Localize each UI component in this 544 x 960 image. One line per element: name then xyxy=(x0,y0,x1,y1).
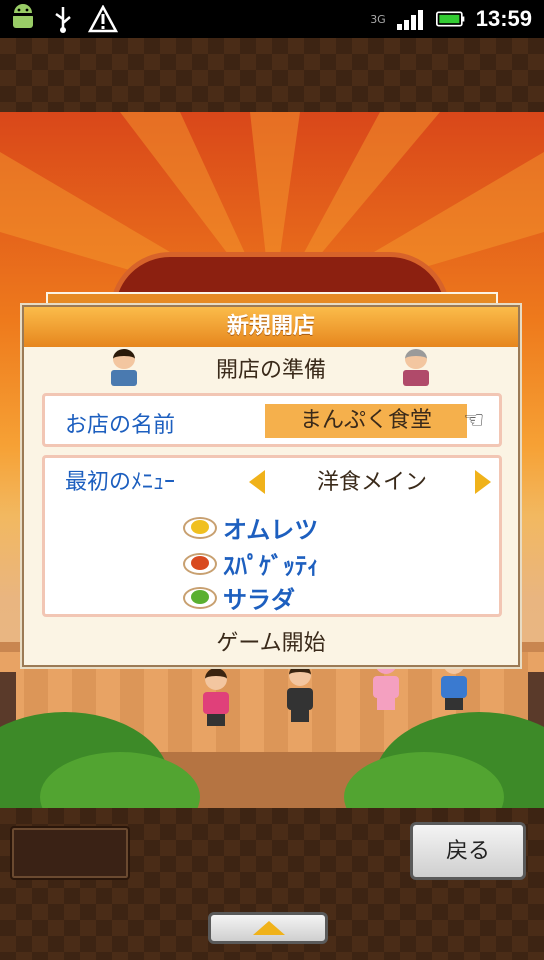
up-arrow-icon xyxy=(253,921,285,935)
pointing-hand-icon: ☜ xyxy=(463,406,485,434)
status-bar: 3G 13:59 xyxy=(0,0,544,38)
dish-name: サラダ xyxy=(223,586,295,614)
staff-character-right xyxy=(402,349,430,389)
dish-item: ｽﾊﾟｹﾞｯﾃｨ xyxy=(183,546,319,581)
customer-character xyxy=(286,664,314,724)
android-icon xyxy=(8,4,38,34)
start-game-button[interactable]: ゲーム開始 xyxy=(24,625,518,657)
dialog-subtitle: 開店の準備 xyxy=(215,358,326,383)
empty-slot xyxy=(10,826,130,880)
shop-name-field[interactable]: まんぷく食堂 xyxy=(265,404,467,438)
shop-name-label: お店の名前 xyxy=(65,413,176,438)
shop-name-row[interactable]: お店の名前 まんぷく食堂 ☜ xyxy=(42,393,502,447)
dish-name: オムレツ xyxy=(223,516,319,544)
usb-icon xyxy=(48,4,78,34)
dish-item: オムレツ xyxy=(183,510,318,545)
top-wood-panel xyxy=(0,38,544,112)
signal-icon xyxy=(396,4,426,34)
dish-item: サラダ xyxy=(183,580,295,615)
clock: 13:59 xyxy=(475,6,532,31)
warning-icon xyxy=(88,4,118,34)
menu-prev-arrow-icon[interactable] xyxy=(249,470,265,494)
customer-character xyxy=(202,668,230,728)
dialog-title: 新規開店 xyxy=(24,307,518,347)
menu-type-value: 洋食メイン xyxy=(316,470,427,495)
back-button[interactable]: 戻る xyxy=(410,822,526,880)
battery-icon xyxy=(435,4,466,34)
first-menu-section: 最初のﾒﾆｭｰ 洋食メイン オムレツ ｽﾊﾟｹﾞｯﾃｨ サラダ xyxy=(42,455,502,617)
scroll-up-button[interactable] xyxy=(208,912,328,944)
spaghetti-icon xyxy=(183,552,217,575)
network-type-label: 3G xyxy=(370,12,386,26)
new-shop-dialog: 新規開店 開店の準備 お店の名前 まんぷく食堂 ☜ 最初のﾒﾆｭｰ 洋食メイン … xyxy=(22,305,520,667)
menu-next-arrow-icon[interactable] xyxy=(475,470,491,494)
salad-icon xyxy=(183,586,217,609)
omelette-icon xyxy=(183,516,217,539)
dish-name: ｽﾊﾟｹﾞｯﾃｨ xyxy=(223,552,319,580)
first-menu-label: 最初のﾒﾆｭｰ xyxy=(65,470,176,495)
